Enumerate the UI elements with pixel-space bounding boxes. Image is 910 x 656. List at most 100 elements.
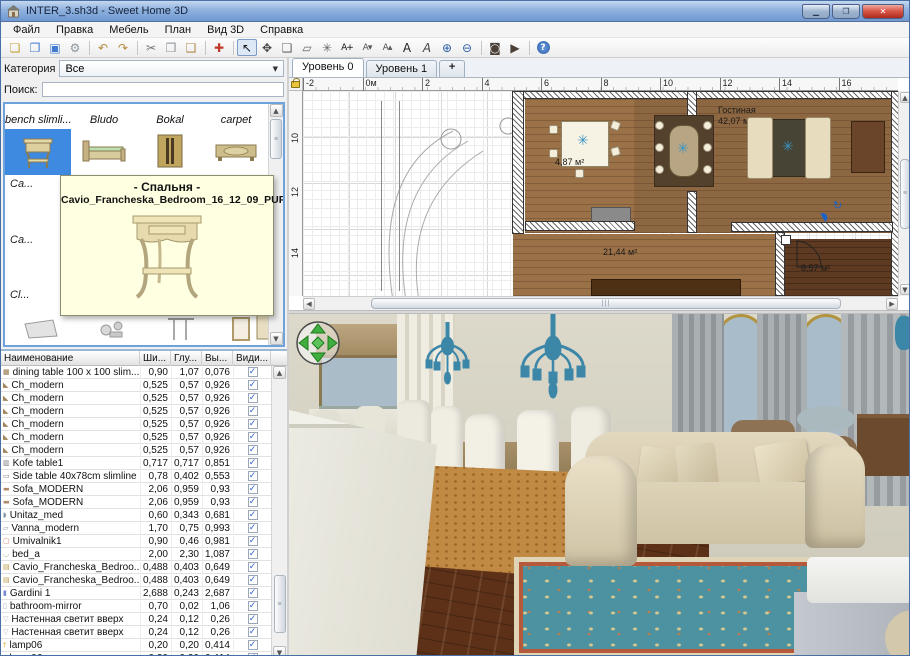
scroll-down-icon[interactable]: ▼ (273, 646, 286, 656)
Side table 40x78cm slimline[interactable]: ▭Side table 40x78cm slimline 0,78 0,402 … (1, 470, 287, 483)
chandelier-symbol[interactable]: ✳ (782, 139, 794, 155)
Ch_modern[interactable]: ◣Ch_modern 0,525 0,57 0,926 ✓ (1, 379, 287, 392)
wall[interactable] (518, 91, 898, 99)
catalog-item-thumbnail[interactable] (23, 316, 61, 345)
catalog-item-sideboard[interactable] (203, 129, 269, 175)
chandelier-symbol[interactable]: ✳ (577, 133, 589, 149)
bathroom-mirror[interactable]: ▯bathroom-mirror 0,70 0,02 1,06 ✓ (1, 600, 287, 613)
column-header-visible[interactable]: Види... (233, 351, 271, 366)
catalog-item-thumbnail[interactable] (231, 316, 251, 345)
lock-base-plan-icon[interactable] (291, 81, 300, 88)
search-input[interactable] (42, 82, 284, 97)
catalog-item-name-partial[interactable]: Cl... (10, 289, 30, 301)
column-header-depth[interactable]: Глу... (171, 351, 202, 366)
visibility-checkbox[interactable]: ✓ (248, 406, 258, 416)
plan-view[interactable]: -20м246810121416 10 12 14 (289, 78, 910, 310)
Unitaz_med[interactable]: ◗Unitaz_med 0,60 0,343 0,681 ✓ (1, 509, 287, 522)
lamp06[interactable]: †lamp06 0,20 0,20 0,414 ✓ (1, 639, 287, 652)
plan-vscroll-thumb[interactable]: ≡ (900, 159, 910, 229)
plan-hscroll-thumb[interactable]: ||| (371, 298, 841, 309)
column-header-width[interactable]: Ши... (140, 351, 171, 366)
catalog-item-name[interactable]: Bludo (71, 114, 137, 126)
Cavio_Francheska_Bedroo...[interactable]: ▤Cavio_Francheska_Bedroo... 0,488 0,403 … (1, 561, 287, 574)
furniture-list-scrollbar[interactable]: ▲ ≡ ▼ (271, 366, 287, 656)
visibility-checkbox[interactable]: ✓ (248, 445, 258, 455)
menu-item[interactable]: Справка (252, 23, 311, 37)
visibility-checkbox[interactable]: ✓ (248, 432, 258, 442)
visibility-checkbox[interactable]: ✓ (248, 510, 258, 520)
visibility-checkbox[interactable]: ✓ (248, 536, 258, 546)
scroll-right-icon[interactable]: ▶ (886, 298, 898, 310)
increase-text-size-icon[interactable]: A▴ (377, 39, 397, 56)
Cavio_Francheska_Bedroo...[interactable]: ▤Cavio_Francheska_Bedroo... 0,488 0,403 … (1, 574, 287, 587)
plan-vertical-scrollbar[interactable]: ▲ ≡ ▼ (898, 91, 910, 296)
plan-canvas[interactable]: ✳ 4,87 м² ✳ Гостиная 42,07 м² ✳ 21,44 м²… (303, 91, 898, 296)
Ch_modern[interactable]: ◣Ch_modern 0,525 0,57 0,926 ✓ (1, 418, 287, 431)
Ch_modern[interactable]: ◣Ch_modern 0,525 0,57 0,926 ✓ (1, 392, 287, 405)
visibility-checkbox[interactable]: ✓ (248, 640, 258, 650)
visibility-checkbox[interactable]: ✓ (248, 562, 258, 572)
open-home-icon[interactable]: ❐ (25, 39, 45, 56)
visibility-checkbox[interactable]: ✓ (248, 380, 258, 390)
wall[interactable] (891, 91, 898, 296)
italic-icon[interactable]: A (417, 39, 437, 56)
create-photo-icon[interactable]: ◙ (485, 39, 505, 56)
Gardini 1[interactable]: ▮Gardini 1 2,688 0,243 2,687 ✓ (1, 587, 287, 600)
catalog-item-selected[interactable] (5, 129, 71, 175)
chandelier-symbol[interactable]: ✳ (677, 141, 689, 157)
catalog-item-name[interactable]: Bokal (137, 114, 203, 126)
catalog-item-thumbnail[interactable] (166, 316, 196, 345)
wall[interactable] (525, 221, 635, 231)
furniture-catalog[interactable]: bench slimli...BludoBokalcarpet Ca... Fr… (3, 102, 285, 347)
visibility-checkbox[interactable]: ✓ (248, 575, 258, 585)
menu-item[interactable]: План (157, 23, 200, 37)
wall[interactable] (687, 191, 697, 233)
add-furniture-icon[interactable]: ✚ (209, 39, 229, 56)
catalog-item-name[interactable]: carpet (203, 114, 269, 126)
lamp06[interactable]: †lamp06 0,20 0,20 0,414 ✓ (1, 652, 287, 656)
zoom-out-icon[interactable]: ⊖ (457, 39, 477, 56)
zoom-in-icon[interactable]: ⊕ (437, 39, 457, 56)
category-combobox[interactable]: Все ▼ (59, 60, 284, 77)
visibility-checkbox[interactable]: ✓ (248, 588, 258, 598)
add-text-icon[interactable]: A+ (337, 39, 357, 56)
Настенная светит вверх[interactable]: ▽Настенная светит вверх 0,24 0,12 0,26 ✓ (1, 613, 287, 626)
preferences-icon[interactable]: ⚙ (65, 39, 85, 56)
wall[interactable] (731, 222, 893, 232)
rotation-indicator-icon[interactable]: ↻ (833, 199, 842, 212)
column-header-height[interactable]: Вы... (202, 351, 233, 366)
Ch_modern[interactable]: ◣Ch_modern 0,525 0,57 0,926 ✓ (1, 405, 287, 418)
add-level-button[interactable]: + (439, 60, 465, 77)
restore-button[interactable]: ❐ (832, 4, 860, 19)
view-3d[interactable] (289, 314, 910, 656)
wall[interactable] (512, 91, 524, 234)
undo-icon[interactable]: ↶ (93, 39, 113, 56)
catalog-item-name[interactable]: bench slimli... (5, 114, 71, 126)
plan-long-table[interactable] (591, 279, 741, 296)
visibility-checkbox[interactable]: ✓ (248, 614, 258, 624)
menu-item[interactable]: Мебель (101, 23, 156, 37)
copy-icon[interactable]: ❒ (161, 39, 181, 56)
dining table 100 x 100 slim...[interactable]: ▦dining table 100 x 100 slim... 0,90 1,0… (1, 366, 287, 379)
menu-item[interactable]: Правка (48, 23, 101, 37)
Umivalnik1[interactable]: ▢Umivalnik1 0,90 0,46 0,981 ✓ (1, 535, 287, 548)
select-icon[interactable]: ↖ (237, 39, 257, 56)
visibility-checkbox[interactable]: ✓ (248, 601, 258, 611)
create-dimensions-icon[interactable]: ✳ (317, 39, 337, 56)
decrease-text-size-icon[interactable]: A▾ (357, 39, 377, 56)
Ch_modern[interactable]: ◣Ch_modern 0,525 0,57 0,926 ✓ (1, 444, 287, 457)
scroll-down-icon[interactable]: ▼ (900, 284, 910, 295)
toolbar-icon[interactable] (553, 39, 573, 56)
bed_a[interactable]: ◡bed_a 2,00 2,30 1,087 ✓ (1, 548, 287, 561)
visibility-checkbox[interactable]: ✓ (248, 484, 258, 494)
bold-icon[interactable]: A (397, 39, 417, 56)
scroll-up-icon[interactable]: ▲ (900, 92, 910, 103)
catalog-scroll-thumb[interactable]: ≡ (270, 119, 282, 159)
paste-icon[interactable]: ❑ (181, 39, 201, 56)
Ch_modern[interactable]: ◣Ch_modern 0,525 0,57 0,926 ✓ (1, 431, 287, 444)
redo-icon[interactable]: ↷ (113, 39, 133, 56)
catalog-item-bed[interactable] (71, 129, 137, 175)
scroll-up-icon[interactable]: ▲ (273, 366, 286, 379)
scroll-up-icon[interactable]: ▲ (270, 104, 283, 117)
visibility-checkbox[interactable]: ✓ (248, 549, 258, 559)
